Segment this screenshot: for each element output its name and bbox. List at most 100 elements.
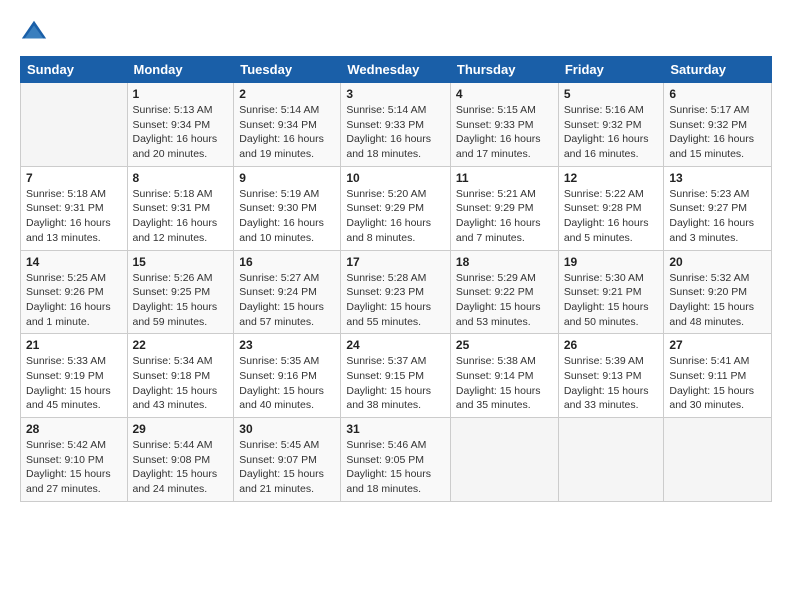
day-cell: 14 Sunrise: 5:25 AM Sunset: 9:26 PM Dayli… [21, 250, 128, 334]
day-number: 22 [133, 338, 229, 352]
day-cell [450, 418, 558, 502]
day-number: 4 [456, 87, 553, 101]
day-info: Sunrise: 5:30 AM Sunset: 9:21 PM Dayligh… [564, 271, 659, 330]
day-info: Sunrise: 5:20 AM Sunset: 9:29 PM Dayligh… [346, 187, 445, 246]
day-number: 15 [133, 255, 229, 269]
day-number: 11 [456, 171, 553, 185]
header-tuesday: Tuesday [234, 57, 341, 83]
day-info: Sunrise: 5:23 AM Sunset: 9:27 PM Dayligh… [669, 187, 766, 246]
day-number: 20 [669, 255, 766, 269]
day-cell: 5 Sunrise: 5:16 AM Sunset: 9:32 PM Daylig… [558, 83, 664, 167]
header-thursday: Thursday [450, 57, 558, 83]
day-cell: 23 Sunrise: 5:35 AM Sunset: 9:16 PM Dayli… [234, 334, 341, 418]
day-number: 18 [456, 255, 553, 269]
day-info: Sunrise: 5:41 AM Sunset: 9:11 PM Dayligh… [669, 354, 766, 413]
day-number: 9 [239, 171, 335, 185]
day-cell [558, 418, 664, 502]
day-info: Sunrise: 5:29 AM Sunset: 9:22 PM Dayligh… [456, 271, 553, 330]
day-info: Sunrise: 5:18 AM Sunset: 9:31 PM Dayligh… [133, 187, 229, 246]
day-number: 27 [669, 338, 766, 352]
day-number: 31 [346, 422, 445, 436]
calendar-table: SundayMondayTuesdayWednesdayThursdayFrid… [20, 56, 772, 502]
day-info: Sunrise: 5:32 AM Sunset: 9:20 PM Dayligh… [669, 271, 766, 330]
day-number: 8 [133, 171, 229, 185]
day-info: Sunrise: 5:35 AM Sunset: 9:16 PM Dayligh… [239, 354, 335, 413]
day-number: 1 [133, 87, 229, 101]
day-info: Sunrise: 5:25 AM Sunset: 9:26 PM Dayligh… [26, 271, 122, 330]
day-info: Sunrise: 5:14 AM Sunset: 9:33 PM Dayligh… [346, 103, 445, 162]
day-number: 23 [239, 338, 335, 352]
day-number: 6 [669, 87, 766, 101]
day-info: Sunrise: 5:15 AM Sunset: 9:33 PM Dayligh… [456, 103, 553, 162]
day-cell: 28Sunrise: 5:42 AM Sunset: 9:10 PM Dayli… [21, 418, 128, 502]
day-cell: 30Sunrise: 5:45 AM Sunset: 9:07 PM Dayli… [234, 418, 341, 502]
day-info: Sunrise: 5:18 AM Sunset: 9:31 PM Dayligh… [26, 187, 122, 246]
day-number: 21 [26, 338, 122, 352]
day-number: 29 [133, 422, 229, 436]
day-number: 12 [564, 171, 659, 185]
day-info: Sunrise: 5:37 AM Sunset: 9:15 PM Dayligh… [346, 354, 445, 413]
week-row-1: 1Sunrise: 5:13 AM Sunset: 9:34 PM Daylig… [21, 83, 772, 167]
day-info: Sunrise: 5:46 AM Sunset: 9:05 PM Dayligh… [346, 438, 445, 497]
header [20, 18, 772, 46]
logo [20, 18, 52, 46]
day-number: 13 [669, 171, 766, 185]
day-number: 24 [346, 338, 445, 352]
header-monday: Monday [127, 57, 234, 83]
header-saturday: Saturday [664, 57, 772, 83]
day-cell [664, 418, 772, 502]
day-info: Sunrise: 5:19 AM Sunset: 9:30 PM Dayligh… [239, 187, 335, 246]
day-number: 2 [239, 87, 335, 101]
day-info: Sunrise: 5:26 AM Sunset: 9:25 PM Dayligh… [133, 271, 229, 330]
day-number: 10 [346, 171, 445, 185]
day-cell: 24 Sunrise: 5:37 AM Sunset: 9:15 PM Dayli… [341, 334, 451, 418]
day-cell: 27 Sunrise: 5:41 AM Sunset: 9:11 PM Dayli… [664, 334, 772, 418]
day-cell: 16 Sunrise: 5:27 AM Sunset: 9:24 PM Dayli… [234, 250, 341, 334]
day-cell: 9 Sunrise: 5:19 AM Sunset: 9:30 PM Daylig… [234, 166, 341, 250]
day-cell: 13 Sunrise: 5:23 AM Sunset: 9:27 PM Dayli… [664, 166, 772, 250]
day-number: 5 [564, 87, 659, 101]
day-cell: 20 Sunrise: 5:32 AM Sunset: 9:20 PM Dayli… [664, 250, 772, 334]
day-cell: 4 Sunrise: 5:15 AM Sunset: 9:33 PM Daylig… [450, 83, 558, 167]
day-cell: 18 Sunrise: 5:29 AM Sunset: 9:22 PM Dayli… [450, 250, 558, 334]
page: SundayMondayTuesdayWednesdayThursdayFrid… [0, 0, 792, 512]
day-cell: 3Sunrise: 5:14 AM Sunset: 9:33 PM Daylig… [341, 83, 451, 167]
day-info: Sunrise: 5:28 AM Sunset: 9:23 PM Dayligh… [346, 271, 445, 330]
week-row-4: 21Sunrise: 5:33 AM Sunset: 9:19 PM Dayli… [21, 334, 772, 418]
day-number: 14 [26, 255, 122, 269]
day-number: 19 [564, 255, 659, 269]
day-cell: 6Sunrise: 5:17 AM Sunset: 9:32 PM Daylig… [664, 83, 772, 167]
day-cell: 26Sunrise: 5:39 AM Sunset: 9:13 PM Dayli… [558, 334, 664, 418]
day-cell: 11 Sunrise: 5:21 AM Sunset: 9:29 PM Dayli… [450, 166, 558, 250]
day-number: 30 [239, 422, 335, 436]
day-cell: 17 Sunrise: 5:28 AM Sunset: 9:23 PM Dayli… [341, 250, 451, 334]
day-info: Sunrise: 5:21 AM Sunset: 9:29 PM Dayligh… [456, 187, 553, 246]
day-cell: 21Sunrise: 5:33 AM Sunset: 9:19 PM Dayli… [21, 334, 128, 418]
day-info: Sunrise: 5:27 AM Sunset: 9:24 PM Dayligh… [239, 271, 335, 330]
calendar-header: SundayMondayTuesdayWednesdayThursdayFrid… [21, 57, 772, 83]
day-cell: 7Sunrise: 5:18 AM Sunset: 9:31 PM Daylig… [21, 166, 128, 250]
week-row-3: 14 Sunrise: 5:25 AM Sunset: 9:26 PM Dayli… [21, 250, 772, 334]
day-number: 17 [346, 255, 445, 269]
day-cell: 2 Sunrise: 5:14 AM Sunset: 9:34 PM Daylig… [234, 83, 341, 167]
day-cell: 25Sunrise: 5:38 AM Sunset: 9:14 PM Dayli… [450, 334, 558, 418]
day-info: Sunrise: 5:39 AM Sunset: 9:13 PM Dayligh… [564, 354, 659, 413]
logo-icon [20, 18, 48, 46]
calendar-body: 1Sunrise: 5:13 AM Sunset: 9:34 PM Daylig… [21, 83, 772, 502]
day-info: Sunrise: 5:34 AM Sunset: 9:18 PM Dayligh… [133, 354, 229, 413]
day-info: Sunrise: 5:14 AM Sunset: 9:34 PM Dayligh… [239, 103, 335, 162]
day-cell [21, 83, 128, 167]
day-number: 16 [239, 255, 335, 269]
week-row-2: 7Sunrise: 5:18 AM Sunset: 9:31 PM Daylig… [21, 166, 772, 250]
day-info: Sunrise: 5:16 AM Sunset: 9:32 PM Dayligh… [564, 103, 659, 162]
week-row-5: 28Sunrise: 5:42 AM Sunset: 9:10 PM Dayli… [21, 418, 772, 502]
header-wednesday: Wednesday [341, 57, 451, 83]
day-cell: 10 Sunrise: 5:20 AM Sunset: 9:29 PM Dayli… [341, 166, 451, 250]
day-cell: 1Sunrise: 5:13 AM Sunset: 9:34 PM Daylig… [127, 83, 234, 167]
day-cell: 31 Sunrise: 5:46 AM Sunset: 9:05 PM Dayli… [341, 418, 451, 502]
day-cell: 15 Sunrise: 5:26 AM Sunset: 9:25 PM Dayli… [127, 250, 234, 334]
day-number: 28 [26, 422, 122, 436]
day-cell: 29Sunrise: 5:44 AM Sunset: 9:08 PM Dayli… [127, 418, 234, 502]
day-info: Sunrise: 5:38 AM Sunset: 9:14 PM Dayligh… [456, 354, 553, 413]
day-info: Sunrise: 5:22 AM Sunset: 9:28 PM Dayligh… [564, 187, 659, 246]
